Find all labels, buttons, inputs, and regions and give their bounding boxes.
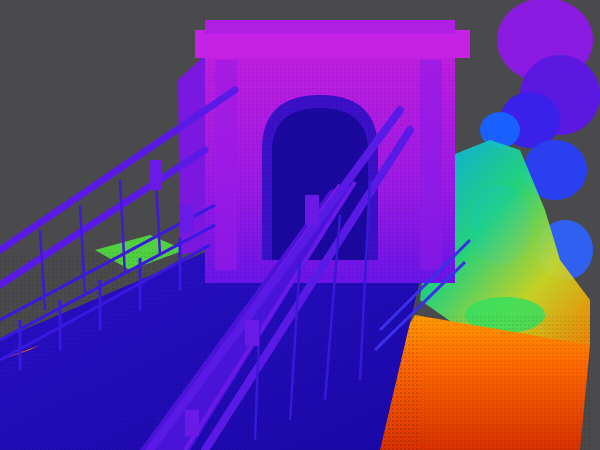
point-cloud-render — [0, 0, 600, 450]
point-cloud-viewport[interactable] — [0, 0, 600, 450]
arch-tower — [178, 20, 470, 283]
